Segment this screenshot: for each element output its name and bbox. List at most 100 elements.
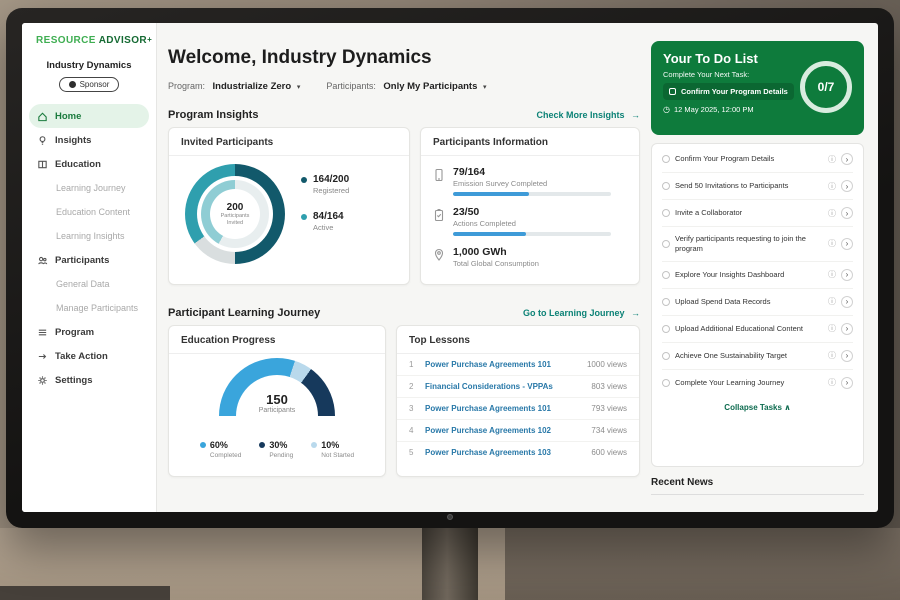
task-checkbox[interactable]	[662, 298, 670, 306]
lesson-row[interactable]: 4 Power Purchase Agreements 102 734 view…	[397, 420, 639, 442]
checkbox-icon[interactable]	[669, 88, 676, 95]
brand-part2: ADVISOR	[99, 35, 147, 46]
task-checkbox[interactable]	[662, 325, 670, 333]
chevron-right-icon[interactable]: ›	[841, 180, 853, 192]
sidebar-item-label: Take Action	[55, 351, 108, 362]
info-value: 79/164	[453, 166, 611, 178]
sidebar-item-participants[interactable]: Participants	[22, 248, 156, 272]
chevron-right-icon[interactable]: ›	[841, 296, 853, 308]
brand-logo[interactable]: RESOURCE ADVISOR+	[22, 23, 156, 46]
donut-center-label: Participants Invited	[215, 213, 255, 227]
gauge-legend: 60% Completed 30% Pending 10% Not Starte…	[169, 440, 385, 459]
task-checkbox[interactable]	[662, 182, 670, 190]
card-title: Participants Information	[421, 128, 639, 156]
task-checkbox[interactable]	[662, 240, 670, 248]
info-icon[interactable]: ⓘ	[828, 154, 836, 165]
lesson-link[interactable]: Financial Considerations - VPPAs	[425, 382, 583, 391]
lesson-row[interactable]: 5 Power Purchase Agreements 103 600 view…	[397, 442, 639, 463]
sidebar-item-take-action[interactable]: Take Action	[22, 344, 156, 368]
info-icon[interactable]: ⓘ	[828, 377, 836, 388]
lesson-row[interactable]: 1 Power Purchase Agreements 101 1000 vie…	[397, 354, 639, 376]
todo-summary-card: Your To Do List Complete Your Next Task:…	[651, 41, 864, 135]
legend-label: Pending	[269, 452, 293, 459]
info-icon[interactable]: ⓘ	[828, 296, 836, 307]
task-checkbox[interactable]	[662, 271, 670, 279]
task-row[interactable]: Explore Your Insights Dashboard ⓘ ›	[662, 262, 853, 289]
task-row[interactable]: Complete Your Learning Journey ⓘ ›	[662, 370, 853, 396]
task-row[interactable]: Confirm Your Program Details ⓘ ›	[662, 146, 853, 173]
lesson-row[interactable]: 2 Financial Considerations - VPPAs 803 v…	[397, 376, 639, 398]
chevron-right-icon[interactable]: ›	[841, 323, 853, 335]
sidebar-item-education-content[interactable]: Education Content	[22, 200, 156, 224]
participants-information-card: Participants Information 79/164 Emission…	[420, 127, 640, 285]
check-more-insights-link[interactable]: Check More Insights →	[536, 110, 640, 120]
link-label: Check More Insights	[536, 110, 624, 120]
lesson-number: 5	[409, 448, 417, 457]
lesson-link[interactable]: Power Purchase Agreements 101	[425, 360, 579, 369]
sidebar-item-settings[interactable]: Settings	[22, 368, 156, 392]
learning-journey-header: Participant Learning Journey Go to Learn…	[168, 307, 640, 319]
participants-filter-label: Participants:	[326, 81, 376, 91]
chevron-right-icon[interactable]: ›	[841, 377, 853, 389]
task-row[interactable]: Upload Additional Educational Content ⓘ …	[662, 316, 853, 343]
program-dropdown[interactable]: Industrialize Zero ▾	[213, 81, 301, 92]
card-title: Top Lessons	[397, 326, 639, 354]
task-label: Verify participants requesting to join t…	[675, 234, 823, 254]
info-icon[interactable]: ⓘ	[828, 323, 836, 334]
sidebar-item-learning-journey[interactable]: Learning Journey	[22, 176, 156, 200]
chevron-right-icon[interactable]: ›	[841, 238, 853, 250]
chevron-right-icon[interactable]: ›	[841, 207, 853, 219]
sidebar-item-education[interactable]: Education	[22, 152, 156, 176]
legend-item-active: 84/164 Active	[301, 211, 349, 232]
task-checkbox[interactable]	[662, 379, 670, 387]
legend-value: 30%	[269, 440, 287, 450]
sidebar: RESOURCE ADVISOR+ Industry Dynamics Spon…	[22, 23, 157, 512]
info-icon[interactable]: ⓘ	[828, 181, 836, 192]
chevron-up-icon: ∧	[784, 403, 791, 412]
next-task-chip[interactable]: Confirm Your Program Details	[663, 83, 794, 100]
info-value: 23/50	[453, 206, 611, 218]
lesson-link[interactable]: Power Purchase Agreements 101	[425, 404, 583, 413]
chevron-right-icon[interactable]: ›	[841, 269, 853, 281]
info-icon[interactable]: ⓘ	[828, 350, 836, 361]
education-progress-card: Education Progress 150 Participants 60% …	[168, 325, 386, 477]
info-icon[interactable]: ⓘ	[828, 238, 836, 249]
task-label: Complete Your Learning Journey	[675, 378, 823, 388]
lesson-link[interactable]: Power Purchase Agreements 103	[425, 448, 583, 457]
go-to-learning-journey-link[interactable]: Go to Learning Journey →	[523, 308, 640, 318]
sidebar-item-label: Settings	[55, 375, 92, 386]
sidebar-item-general-data[interactable]: General Data	[22, 272, 156, 296]
chevron-right-icon[interactable]: ›	[841, 350, 853, 362]
sidebar-item-learning-insights[interactable]: Learning Insights	[22, 224, 156, 248]
sidebar-item-home[interactable]: Home	[29, 104, 149, 128]
lesson-number: 1	[409, 360, 417, 369]
task-label: Send 50 Invitations to Participants	[675, 181, 823, 191]
chevron-right-icon[interactable]: ›	[841, 153, 853, 165]
legend-label: Completed	[210, 452, 241, 459]
sidebar-item-manage-participants[interactable]: Manage Participants	[22, 296, 156, 320]
collapse-tasks-button[interactable]: Collapse Tasks ∧	[662, 396, 853, 416]
task-checkbox[interactable]	[662, 209, 670, 217]
lesson-row[interactable]: 3 Power Purchase Agreements 101 793 view…	[397, 398, 639, 420]
info-icon[interactable]: ⓘ	[828, 208, 836, 219]
collapse-label: Collapse Tasks	[724, 403, 782, 412]
sidebar-item-program[interactable]: Program	[22, 320, 156, 344]
section-title: Program Insights	[168, 109, 258, 121]
arrow-right-icon: →	[631, 308, 640, 318]
participants-filter: Participants: Only My Participants ▾	[326, 81, 486, 92]
task-row[interactable]: Invite a Collaborator ⓘ ›	[662, 200, 853, 227]
task-checkbox[interactable]	[662, 352, 670, 360]
task-row[interactable]: Upload Spend Data Records ⓘ ›	[662, 289, 853, 316]
task-row[interactable]: Send 50 Invitations to Participants ⓘ ›	[662, 173, 853, 200]
legend-dot	[259, 442, 265, 448]
desk-shadow	[505, 528, 900, 600]
participants-dropdown[interactable]: Only My Participants ▾	[383, 81, 486, 92]
task-row[interactable]: Verify participants requesting to join t…	[662, 227, 853, 262]
card-title: Invited Participants	[169, 128, 409, 156]
task-checkbox[interactable]	[662, 155, 670, 163]
info-icon[interactable]: ⓘ	[828, 269, 836, 280]
sidebar-item-insights[interactable]: Insights	[22, 128, 156, 152]
task-row[interactable]: Achieve One Sustainability Target ⓘ ›	[662, 343, 853, 370]
lesson-link[interactable]: Power Purchase Agreements 102	[425, 426, 583, 435]
sidebar-item-label: Manage Participants	[56, 303, 138, 313]
